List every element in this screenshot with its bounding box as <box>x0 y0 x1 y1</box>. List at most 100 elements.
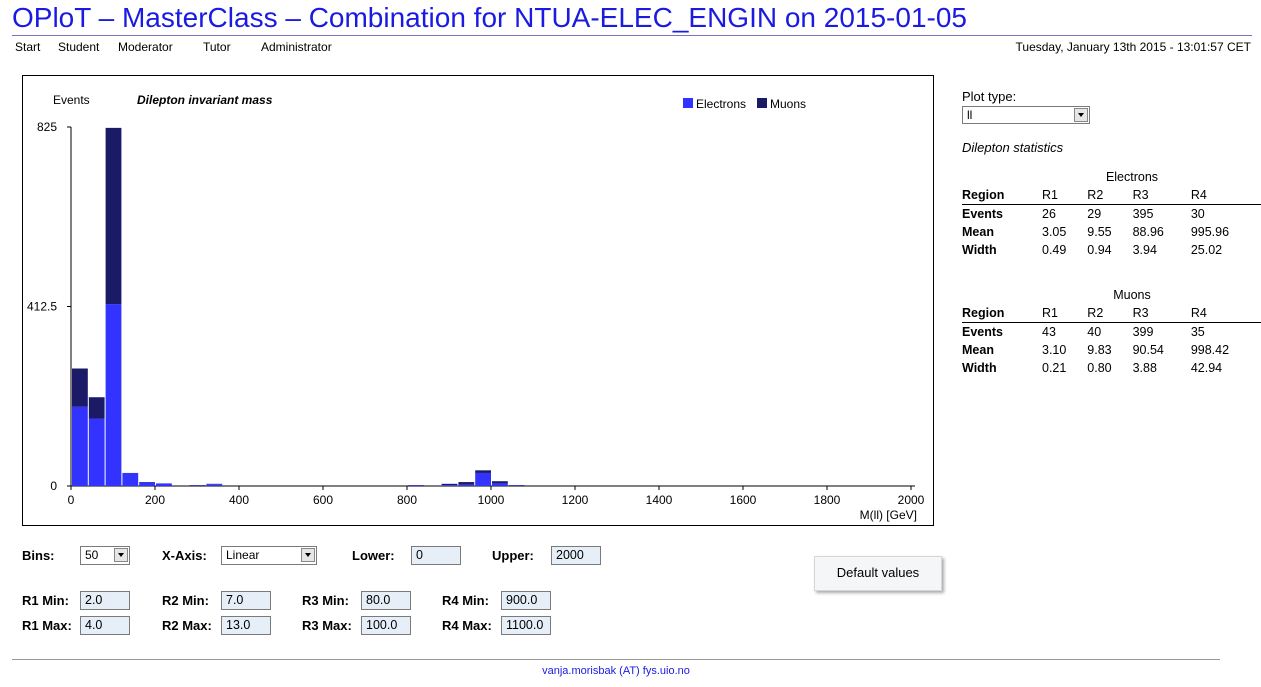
row-label: Mean <box>962 343 994 357</box>
nav-tutor[interactable]: Tutor <box>203 40 231 54</box>
legend-label-muons: Muons <box>770 97 806 111</box>
bar-electrons <box>492 483 508 486</box>
bins-value: 50 <box>85 548 99 562</box>
table-cell: 26 <box>1042 207 1056 221</box>
r1-min-input[interactable]: 2.0 <box>80 591 130 610</box>
nav-administrator[interactable]: Administrator <box>261 40 332 54</box>
bar-muons <box>458 482 475 485</box>
stats-title: Dilepton statistics <box>962 140 1064 155</box>
bar-muons <box>88 397 105 419</box>
table-cell: 90.54 <box>1132 343 1164 357</box>
bar-electrons <box>475 472 491 486</box>
bar-muons <box>475 470 491 473</box>
table-header: Region <box>962 304 1042 323</box>
table-cell: 25.02 <box>1190 243 1223 257</box>
title-divider <box>12 35 1252 36</box>
bar-muons <box>492 481 508 484</box>
chart-title: Dilepton invariant mass <box>137 93 273 107</box>
y-tick-label: 0 <box>50 479 57 493</box>
electron-stats-caption: Electrons <box>1105 170 1159 184</box>
bar-electrons <box>139 482 155 486</box>
x-tick-label: 1000 <box>478 493 505 507</box>
table-header: R1 <box>1042 304 1088 323</box>
r3-min-label: R3 Min: <box>302 593 349 608</box>
table-cell: 9.83 <box>1087 343 1112 357</box>
table-cell: 3.94 <box>1132 243 1157 257</box>
table-cell: 399 <box>1132 325 1154 339</box>
bar-electrons <box>458 484 475 486</box>
x-tick-label: 200 <box>145 493 165 507</box>
legend-label-electrons: Electrons <box>696 97 746 111</box>
table-row: Mean 3.05 9.55 88.96 995.96 <box>962 223 1261 241</box>
chevron-down-icon[interactable] <box>114 548 128 562</box>
r3-min-input[interactable]: 80.0 <box>361 591 411 610</box>
bar-muons <box>105 127 122 305</box>
chevron-down-icon[interactable] <box>1074 108 1088 122</box>
x-tick-label: 0 <box>68 493 75 507</box>
lower-label: Lower: <box>352 548 395 563</box>
table-cell: 0.80 <box>1087 361 1112 375</box>
table-cell: 998.42 <box>1190 343 1230 357</box>
row-label: Mean <box>962 225 994 239</box>
table-cell: 3.88 <box>1132 361 1157 375</box>
r1-min-label: R1 Min: <box>22 593 69 608</box>
x-tick-label: 1400 <box>646 493 673 507</box>
bins-label: Bins: <box>22 548 55 563</box>
table-header: Region <box>962 186 1042 205</box>
r4-max-input[interactable]: 1100.0 <box>501 616 551 635</box>
plot-type-label: Plot type: <box>962 89 1017 104</box>
histogram-panel: Events Dilepton invariant mass 0 412.5 825 0 2… <box>22 75 934 526</box>
table-cell: 0.94 <box>1087 243 1112 257</box>
table-header: R3 <box>1132 186 1191 205</box>
r4-max-label: R4 Max: <box>442 618 492 633</box>
bar-muons <box>441 483 458 486</box>
x-tick-label: 2000 <box>898 493 925 507</box>
bar-electrons <box>122 472 139 486</box>
table-cell: 0.21 <box>1042 361 1067 375</box>
xaxis-value: Linear <box>226 548 260 562</box>
lower-input[interactable]: 0 <box>411 546 461 565</box>
nav-start[interactable]: Start <box>15 40 40 54</box>
x-tick-label: 800 <box>397 493 417 507</box>
table-cell: 3.10 <box>1042 343 1067 357</box>
muon-stats-table: Muons Region R1 R2 R3 R4 Events 43 40 39… <box>962 286 1261 377</box>
table-header: R2 <box>1087 304 1133 323</box>
table-cell: 35 <box>1190 325 1205 339</box>
table-header: R4 <box>1190 304 1261 323</box>
upper-label: Upper: <box>492 548 534 563</box>
x-tick-label: 1200 <box>562 493 589 507</box>
nav-moderator[interactable]: Moderator <box>118 40 173 54</box>
footer-contact[interactable]: vanja.morisbak (AT) fys.uio.no <box>0 665 1232 677</box>
table-row: Mean 3.10 9.83 90.54 998.42 <box>962 341 1261 359</box>
table-cell: 3.05 <box>1042 225 1067 239</box>
r3-max-input[interactable]: 100.0 <box>361 616 411 635</box>
upper-input[interactable]: 2000 <box>551 546 601 565</box>
table-row: Events 26 29 395 30 <box>962 205 1261 224</box>
bar-electrons <box>105 304 122 486</box>
r2-min-label: R2 Min: <box>162 593 209 608</box>
table-header: R4 <box>1190 186 1261 205</box>
xaxis-select[interactable]: Linear <box>221 546 317 565</box>
table-row: Width 0.49 0.94 3.94 25.02 <box>962 241 1261 259</box>
nav-student[interactable]: Student <box>58 40 99 54</box>
y-tick-label: 412.5 <box>27 300 57 314</box>
bins-select[interactable]: 50 <box>80 546 130 565</box>
r2-min-input[interactable]: 7.0 <box>221 591 271 610</box>
r1-max-input[interactable]: 4.0 <box>80 616 130 635</box>
legend-swatch-electrons <box>683 98 693 108</box>
r1-max-label: R1 Max: <box>22 618 72 633</box>
bar-electrons <box>156 483 172 486</box>
r4-min-input[interactable]: 900.0 <box>501 591 551 610</box>
r4-min-label: R4 Min: <box>442 593 489 608</box>
muon-stats-caption: Muons <box>1113 288 1151 302</box>
chevron-down-icon[interactable] <box>301 548 315 562</box>
plot-type-select[interactable]: ll <box>962 106 1090 124</box>
row-label: Width <box>962 361 997 375</box>
r3-max-label: R3 Max: <box>302 618 352 633</box>
default-values-button[interactable]: Default values <box>814 556 942 591</box>
r2-max-input[interactable]: 13.0 <box>221 616 271 635</box>
footer-divider <box>12 659 1220 660</box>
bar-electrons <box>88 418 105 486</box>
table-header: R3 <box>1132 304 1191 323</box>
table-cell: 9.55 <box>1087 225 1112 239</box>
